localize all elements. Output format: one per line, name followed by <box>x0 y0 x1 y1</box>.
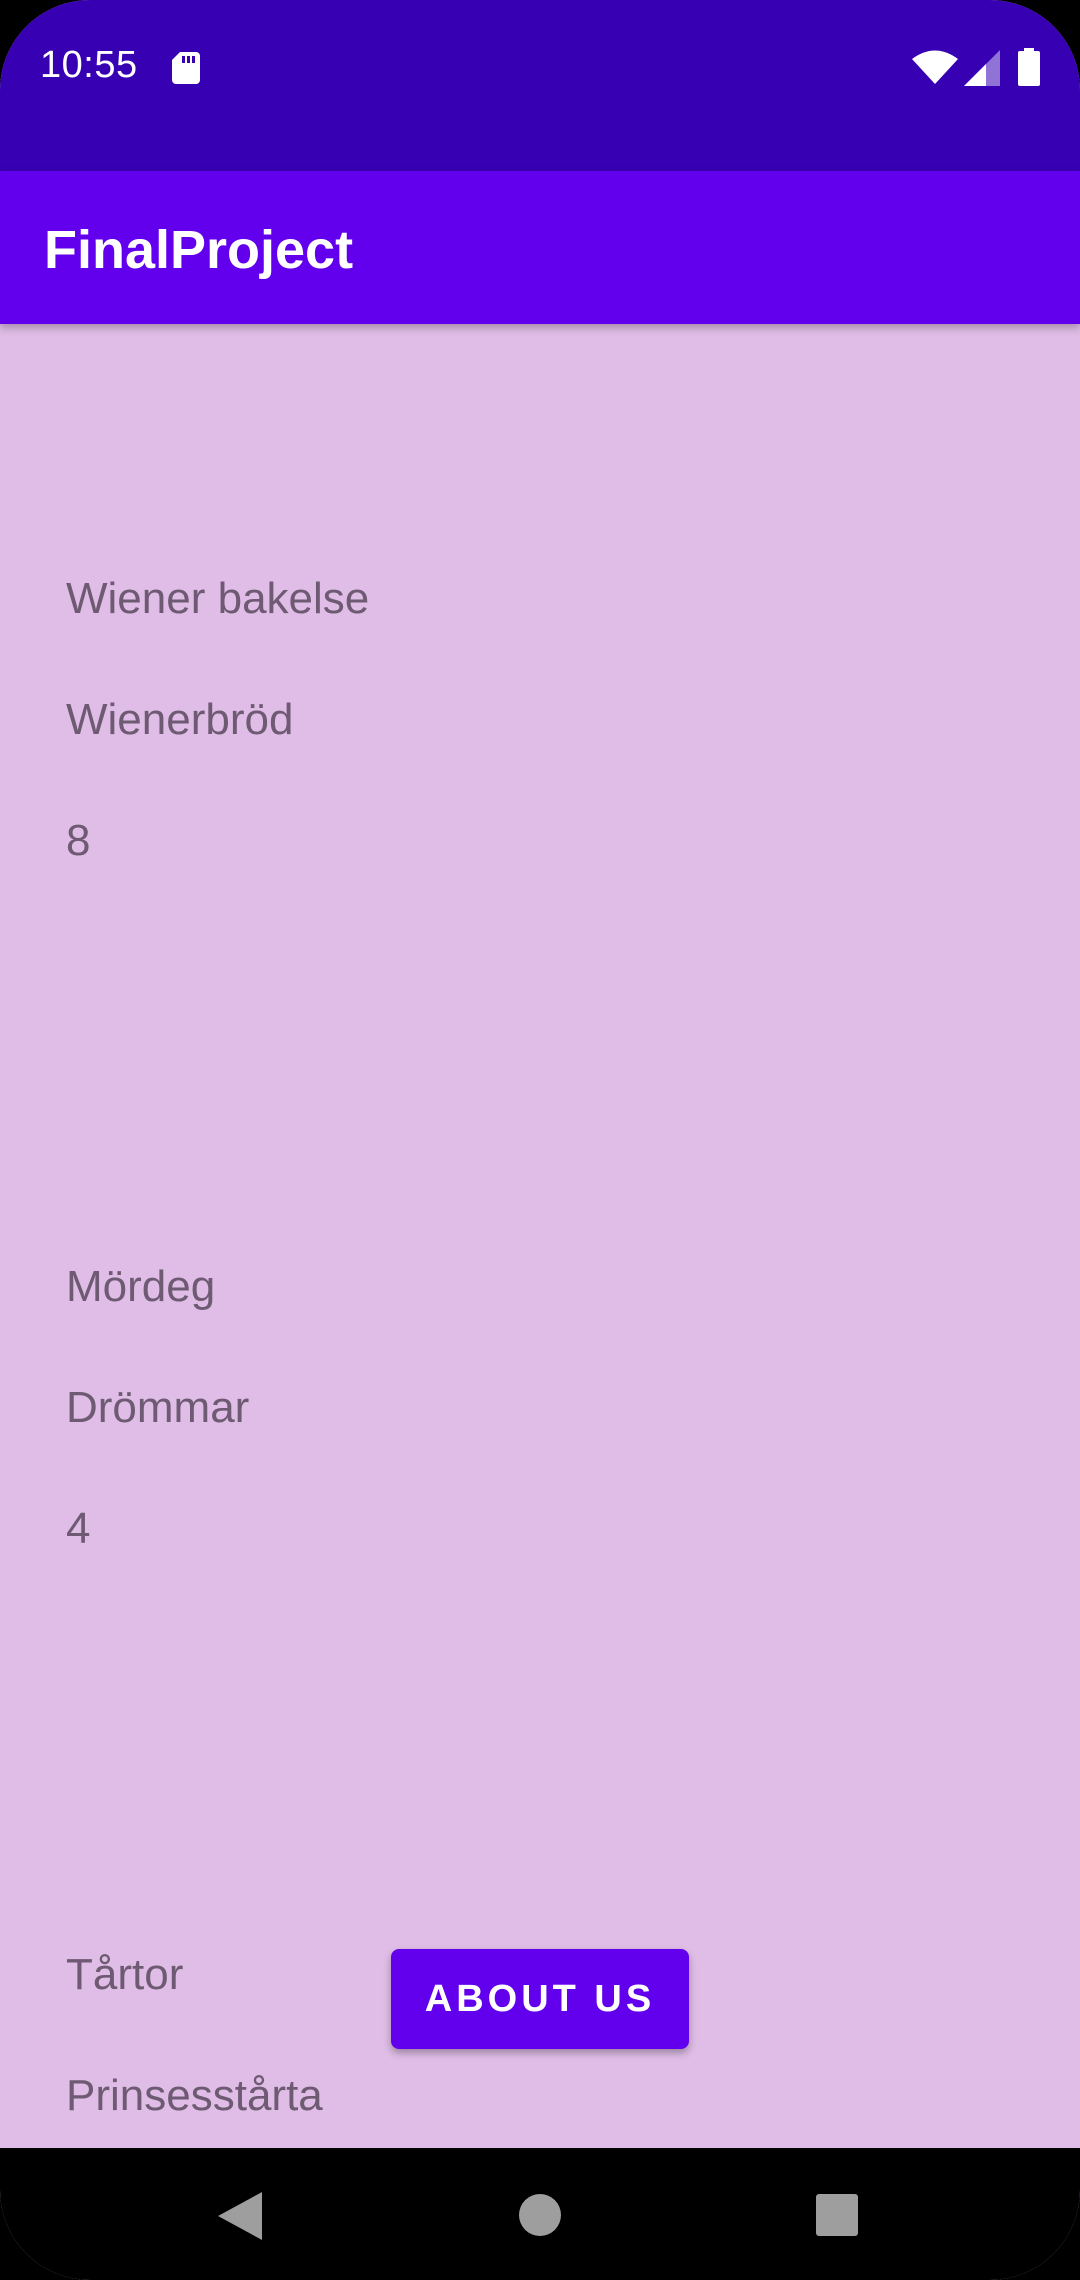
item-category: Mördeg <box>66 1262 216 1311</box>
item-name: Drömmar <box>66 1383 250 1432</box>
phone-screen: 10:55 FinalProject Wiener bakelse Wiener… <box>0 0 1080 2280</box>
status-time: 10:55 <box>40 44 138 86</box>
sd-card-icon <box>172 52 200 84</box>
item-quantity: 4 <box>66 1504 91 1553</box>
item-category: Tårtor <box>66 1950 184 1999</box>
item-category: Wiener bakelse <box>66 574 370 623</box>
home-icon[interactable] <box>519 2194 561 2236</box>
battery-icon <box>1018 48 1040 86</box>
product-list[interactable]: Wiener bakelse Wienerbröd 8 Mördeg Drömm… <box>0 324 1080 2148</box>
recents-icon[interactable] <box>816 2194 858 2236</box>
signal-icon <box>964 50 1000 86</box>
item-name: Prinsesstårta <box>66 2071 323 2120</box>
item-quantity: 8 <box>66 816 91 865</box>
wifi-icon <box>912 50 958 84</box>
status-bar: 10:55 <box>0 0 1080 171</box>
item-name: Wienerbröd <box>66 695 294 744</box>
about-us-button[interactable]: ABOUT US <box>391 1949 689 2049</box>
app-bar: FinalProject <box>0 171 1080 324</box>
back-icon[interactable] <box>218 2192 262 2240</box>
navigation-bar <box>0 2148 1080 2280</box>
app-title: FinalProject <box>44 220 354 280</box>
